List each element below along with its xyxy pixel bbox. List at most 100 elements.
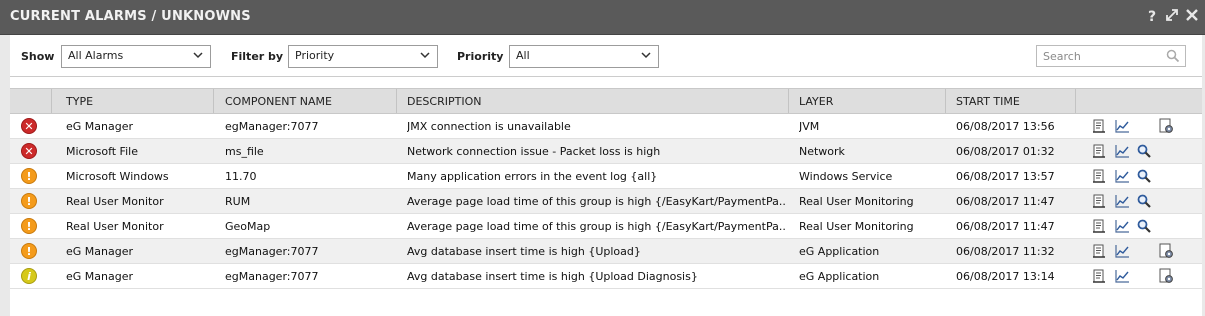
cell-start-time: 06/08/2017 11:47 [956, 220, 1055, 233]
cell-start-time: 06/08/2017 13:57 [956, 170, 1055, 183]
chevron-down-icon [641, 52, 651, 59]
filter-by-label: Filter by [231, 50, 284, 63]
cell-layer: Real User Monitoring [799, 195, 914, 208]
zoom-search-icon[interactable] [1136, 143, 1152, 162]
column-header-component-name[interactable]: COMPONENT NAME [215, 89, 397, 113]
zoom-search-icon[interactable] [1136, 193, 1152, 212]
severity-major-icon: ! [21, 243, 37, 259]
cell-description: Average page load time of this group is … [407, 220, 787, 233]
titlebar-actions: ? [1145, 8, 1199, 26]
table-row[interactable]: ! Microsoft Windows 11.70 Many application … [10, 164, 1202, 189]
cell-component-name: RUM [225, 195, 251, 208]
graph-icon[interactable] [1114, 118, 1130, 137]
graph-icon[interactable] [1114, 218, 1130, 237]
settings-icon[interactable] [1158, 118, 1174, 137]
column-header-start-time[interactable]: START TIME [946, 89, 1076, 113]
cell-type: eG Manager [66, 245, 134, 258]
graph-icon[interactable] [1114, 143, 1130, 162]
cell-description: Average page load time of this group is … [407, 195, 787, 208]
severity-column-header [10, 89, 52, 113]
cell-type: Microsoft Windows [66, 170, 169, 183]
zoom-search-icon[interactable] [1136, 168, 1152, 187]
column-header-description[interactable]: DESCRIPTION [397, 89, 789, 113]
alarm-log-icon[interactable] [1091, 143, 1107, 162]
panel-title: CURRENT ALARMS / UNKNOWNS [10, 9, 251, 24]
graph-icon[interactable] [1114, 193, 1130, 212]
table-header: TYPE COMPONENT NAME DESCRIPTION LAYER ST… [10, 88, 1202, 114]
search-box [1036, 45, 1186, 67]
cell-component-name: egManager:7077 [225, 120, 319, 133]
cell-start-time: 06/08/2017 11:47 [956, 195, 1055, 208]
priority-select[interactable]: All [509, 45, 659, 68]
zoom-search-icon[interactable] [1136, 218, 1152, 237]
graph-icon[interactable] [1114, 243, 1130, 262]
show-select[interactable]: All Alarms [61, 45, 211, 68]
settings-icon[interactable] [1158, 268, 1174, 287]
alarm-log-icon[interactable] [1091, 193, 1107, 212]
search-icon[interactable] [1166, 49, 1180, 63]
cell-component-name: egManager:7077 [225, 245, 319, 258]
table-body: ✕ eG Manager egManager:7077 JMX connection … [10, 114, 1202, 289]
cell-start-time: 06/08/2017 13:14 [956, 270, 1055, 283]
cell-layer: Windows Service [799, 170, 893, 183]
severity-major-icon: ! [21, 193, 37, 209]
cell-start-time: 06/08/2017 01:32 [956, 145, 1055, 158]
chevron-down-icon [420, 52, 430, 59]
cell-start-time: 06/08/2017 13:56 [956, 120, 1055, 133]
cell-type: Real User Monitor [66, 195, 164, 208]
cell-layer: Real User Monitoring [799, 220, 914, 233]
expand-icon[interactable] [1165, 8, 1179, 26]
cell-layer: eG Application [799, 245, 880, 258]
priority-label: Priority [457, 50, 504, 63]
alarm-log-icon[interactable] [1091, 118, 1107, 137]
cell-type: Microsoft File [66, 145, 138, 158]
cell-type: Real User Monitor [66, 220, 164, 233]
cell-component-name: egManager:7077 [225, 270, 319, 283]
cell-component-name: 11.70 [225, 170, 257, 183]
actions-column-header [1076, 89, 1202, 113]
table-row[interactable]: i eG Manager egManager:7077 Avg database in… [10, 264, 1202, 289]
cell-type: eG Manager [66, 120, 134, 133]
severity-critical-icon: ✕ [21, 118, 37, 134]
settings-icon[interactable] [1158, 243, 1174, 262]
cell-description: Avg database insert time is high {Upload… [407, 245, 641, 258]
cell-layer: JVM [799, 120, 820, 133]
priority-select-value: All [516, 49, 530, 62]
severity-major-icon: ! [21, 218, 37, 234]
search-input[interactable] [1037, 46, 1157, 66]
cell-type: eG Manager [66, 270, 134, 283]
severity-minor-icon: i [21, 268, 37, 284]
severity-major-icon: ! [21, 168, 37, 184]
column-header-layer[interactable]: LAYER [789, 89, 946, 113]
cell-component-name: GeoMap [225, 220, 271, 233]
cell-description: Avg database insert time is high {Upload… [407, 270, 698, 283]
alarm-log-icon[interactable] [1091, 168, 1107, 187]
cell-component-name: ms_file [225, 145, 264, 158]
alarm-log-icon[interactable] [1091, 243, 1107, 262]
filter-by-select-value: Priority [295, 49, 335, 62]
table-row[interactable]: ! eG Manager egManager:7077 Avg database in… [10, 239, 1202, 264]
table-row[interactable]: ! Real User Monitor RUM Average page load t… [10, 189, 1202, 214]
table-row[interactable]: ! Real User Monitor GeoMap Average page loa… [10, 214, 1202, 239]
close-icon[interactable] [1185, 8, 1199, 26]
table-row[interactable]: ✕ eG Manager egManager:7077 JMX connection … [10, 114, 1202, 139]
help-icon[interactable]: ? [1145, 9, 1159, 25]
alarms-table: TYPE COMPONENT NAME DESCRIPTION LAYER ST… [10, 88, 1202, 289]
column-header-type[interactable]: TYPE [56, 89, 214, 113]
severity-critical-icon: ✕ [21, 143, 37, 159]
cell-start-time: 06/08/2017 11:32 [956, 245, 1055, 258]
alarm-log-icon[interactable] [1091, 268, 1107, 287]
cell-description: Network connection issue - Packet loss i… [407, 145, 661, 158]
filter-by-select[interactable]: Priority [288, 45, 438, 68]
window-titlebar: CURRENT ALARMS / UNKNOWNS ? [0, 0, 1205, 35]
show-label: Show [21, 50, 55, 63]
graph-icon[interactable] [1114, 168, 1130, 187]
cell-layer: eG Application [799, 270, 880, 283]
table-row[interactable]: ✕ Microsoft File ms_file Network connection… [10, 139, 1202, 164]
alarm-log-icon[interactable] [1091, 218, 1107, 237]
alarms-panel: Show All Alarms Filter by Priority Prior… [10, 35, 1202, 316]
graph-icon[interactable] [1114, 268, 1130, 287]
show-select-value: All Alarms [68, 49, 124, 62]
cell-description: JMX connection is unavailable [407, 120, 571, 133]
cell-description: Many application errors in the event log… [407, 170, 658, 183]
